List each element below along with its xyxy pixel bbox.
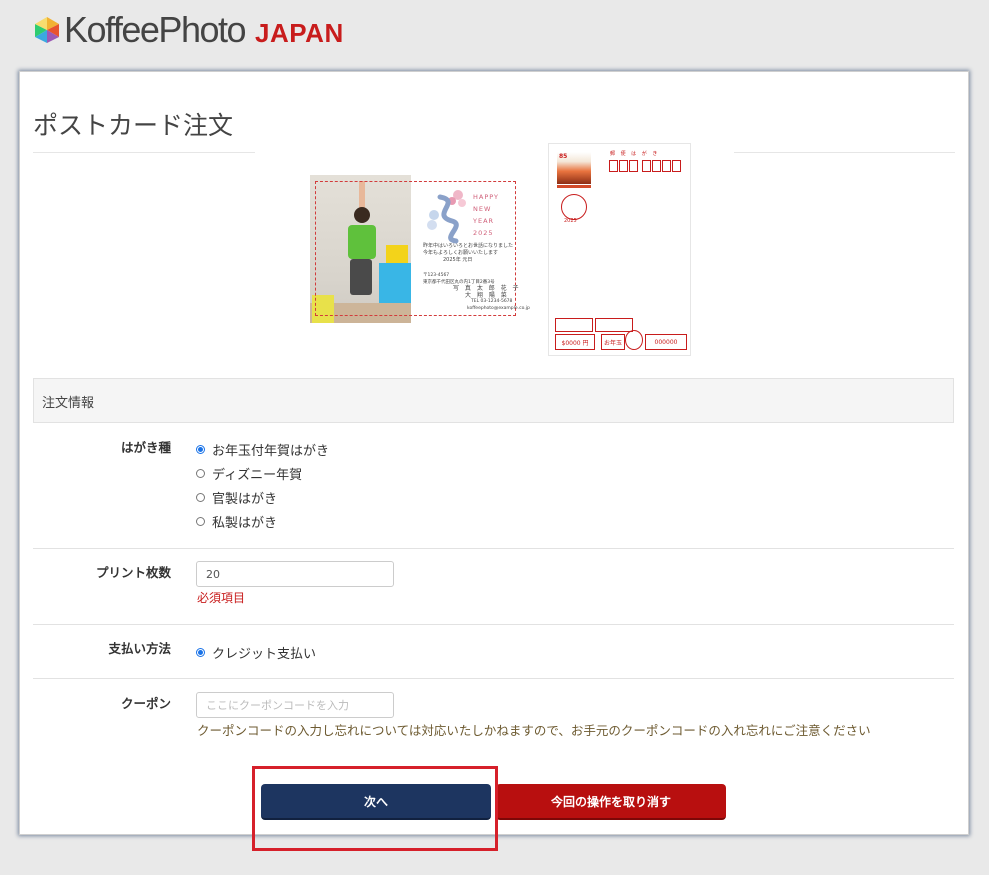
- hagaki-label: 郵 便 は が き: [610, 151, 660, 157]
- lottery-label: お年玉: [601, 334, 625, 350]
- coupon-input[interactable]: ここにクーポンコードを入力: [196, 692, 394, 718]
- coupon-note: クーポンコードの入力し忘れについては対応いたしかねますので、お手元のクーポンコー…: [197, 723, 871, 738]
- card-type-option-otoshidama[interactable]: お年玉付年賀はがき: [196, 440, 329, 459]
- greeting-title: HAPPY NEW YEAR 2025: [473, 193, 500, 237]
- order-info-header: 注文情報: [33, 378, 954, 423]
- row-divider: [33, 678, 954, 679]
- sender-address: 〒123-4567 東京都千代田区丸の内1丁目2番3号 写 真 太 郎 花 子 …: [423, 273, 530, 311]
- radio-icon[interactable]: [196, 493, 205, 502]
- stamp-value: 85: [559, 153, 568, 160]
- row-divider: [33, 548, 954, 549]
- order-panel: ポストカード注文 HAPPY NEW YEAR 2025 昨年中はいろいろとお世…: [19, 71, 969, 835]
- title-divider: [33, 152, 255, 153]
- zip-code-boxes: [609, 160, 681, 172]
- logo-region: JAPAN: [255, 17, 344, 48]
- koffeephoto-logo[interactable]: KoffeePhoto JAPAN: [32, 8, 344, 52]
- lottery-amount: $0000 円: [555, 334, 595, 350]
- greeting-message: 昨年中はいろいろとお世話になりました 今年もよろしくお願いいたします 2025年…: [423, 243, 514, 263]
- logo-mark-icon: [35, 17, 59, 43]
- payment-method-label: 支払い方法: [108, 641, 171, 656]
- title-divider-right: [734, 152, 955, 153]
- card-type-label: はがき種: [120, 440, 171, 455]
- postmark-icon: [561, 194, 587, 220]
- lottery-number: 000000: [645, 334, 687, 350]
- print-count-input[interactable]: 20: [196, 561, 394, 587]
- lottery-area: $0000 円 お年玉 000000: [555, 318, 687, 350]
- radio-icon[interactable]: [196, 469, 205, 478]
- coupon-label: クーポン: [120, 696, 171, 711]
- card-type-option-disney[interactable]: ディズニー年賀: [196, 464, 302, 483]
- radio-selected-icon[interactable]: [196, 445, 205, 454]
- snake-illustration-icon: [427, 190, 466, 244]
- postcard-back-preview: 85 2025 郵 便 は が き $0000 円 お年玉 000000: [548, 143, 691, 356]
- postmark-year: 2025: [564, 218, 577, 224]
- postcard-front-preview: HAPPY NEW YEAR 2025 昨年中はいろいろとお世話になりました 今…: [310, 175, 530, 325]
- card-type-option-official[interactable]: 官製はがき: [196, 488, 277, 507]
- radio-selected-icon[interactable]: [196, 648, 205, 657]
- page-title: ポストカード注文: [33, 111, 234, 140]
- cancel-operation-button[interactable]: 今回の操作を取り消す: [496, 784, 726, 820]
- radio-icon[interactable]: [196, 517, 205, 526]
- logo-text: KoffeePhoto: [64, 9, 247, 50]
- payment-option-credit[interactable]: クレジット支払い: [196, 643, 316, 662]
- row-divider: [33, 624, 954, 625]
- next-button-highlight: [252, 766, 498, 851]
- print-count-label: プリント枚数: [95, 565, 171, 580]
- card-type-option-private[interactable]: 私製はがき: [196, 512, 277, 531]
- required-note: 必須項目: [197, 591, 246, 605]
- order-info-title: 注文情報: [42, 396, 95, 411]
